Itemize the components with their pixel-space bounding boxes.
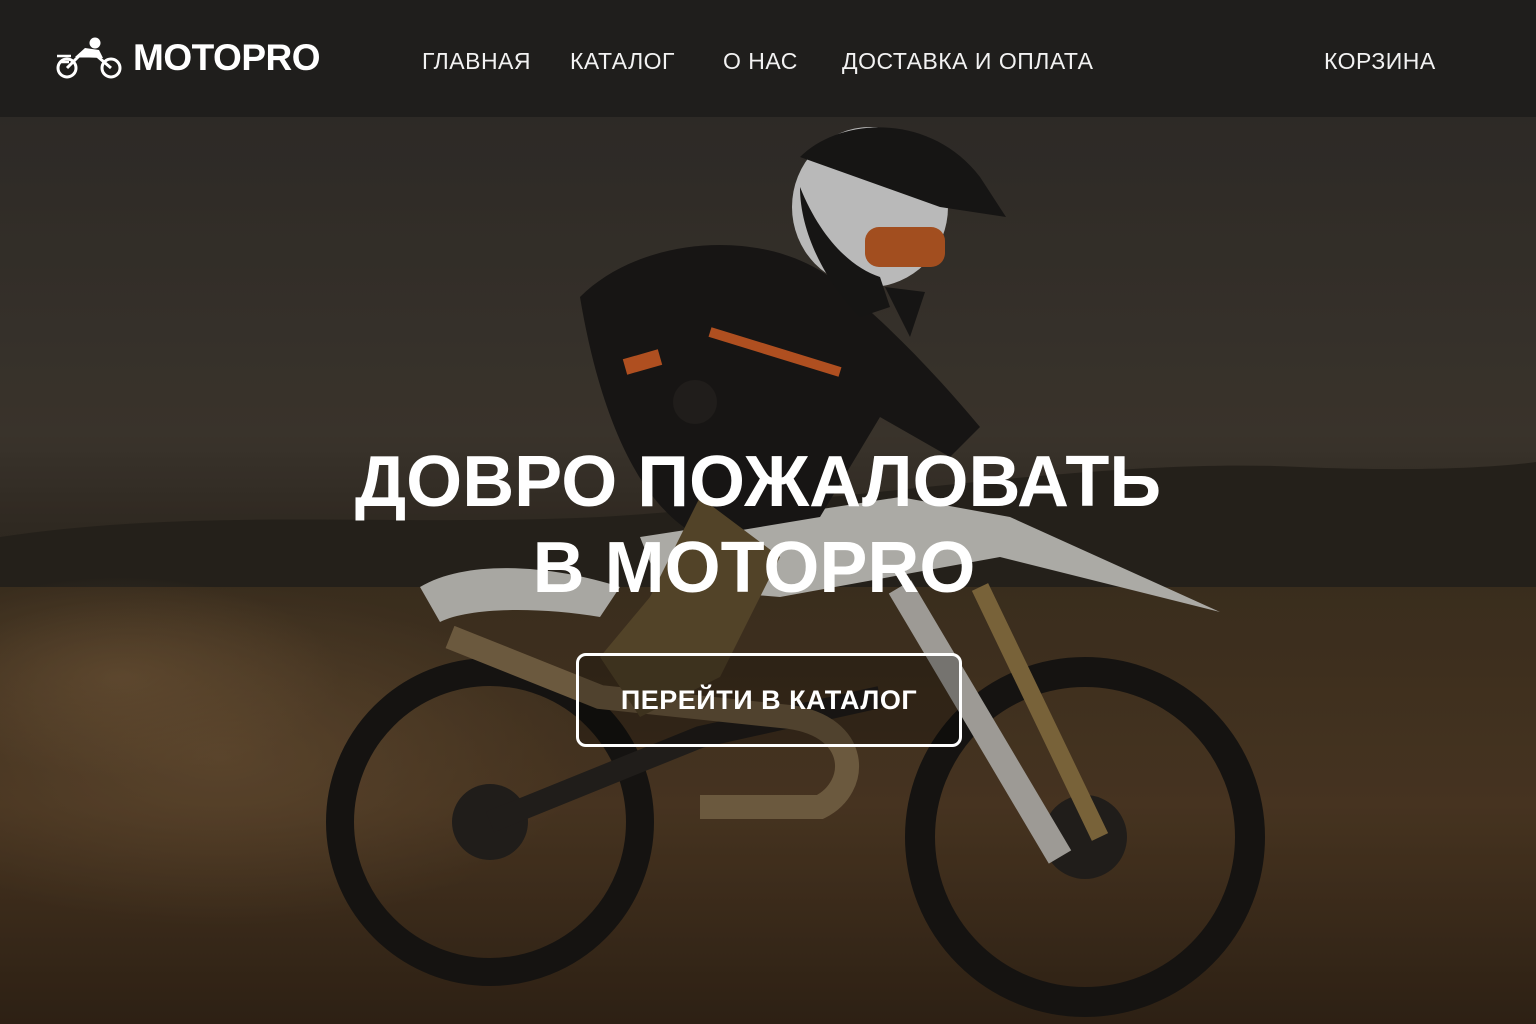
hero-title-line1: ДОВРО ПОЖАЛОВАТЬ bbox=[354, 442, 1162, 522]
hero-section: ДОВРО ПОЖАЛОВАТЬ В MOTOPRO ПЕРЕЙТИ В КАТ… bbox=[0, 117, 1536, 1024]
nav-home[interactable]: ГЛАВНАЯ bbox=[422, 48, 531, 75]
nav-catalog[interactable]: КАТАЛОГ bbox=[570, 48, 675, 75]
go-to-catalog-button[interactable]: ПЕРЕЙТИ В КАТАЛОГ bbox=[576, 653, 962, 747]
hero-title: ДОВРО ПОЖАЛОВАТЬ В MOTOPRO bbox=[0, 439, 1536, 611]
nav-cart[interactable]: КОРЗИНА bbox=[1324, 48, 1436, 75]
brand-name: MOTOPRO bbox=[133, 37, 321, 78]
nav-about[interactable]: О НАС bbox=[723, 48, 798, 75]
motorcycle-rider-icon bbox=[56, 37, 122, 79]
brand-logo[interactable]: MOTOPRO bbox=[55, 36, 321, 80]
hero-title-line2: В MOTOPRO bbox=[532, 528, 976, 608]
nav-delivery[interactable]: ДОСТАВКА И ОПЛАТА bbox=[842, 48, 1094, 75]
top-navbar: MOTOPRO ГЛАВНАЯ КАТАЛОГ О НАС ДОСТАВКА И… bbox=[0, 0, 1536, 117]
